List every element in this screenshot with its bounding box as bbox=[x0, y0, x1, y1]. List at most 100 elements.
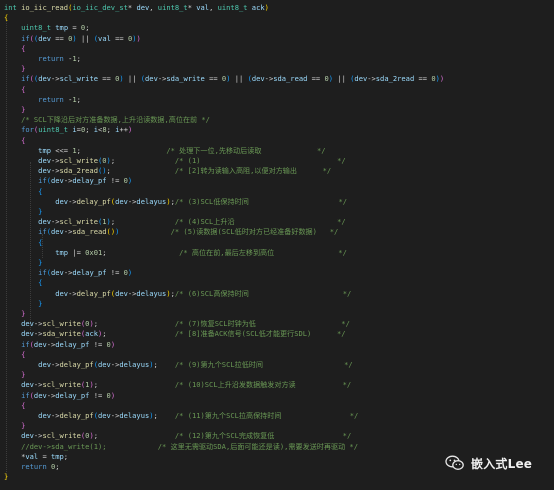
code-token: , bbox=[209, 3, 218, 12]
code-token: } bbox=[21, 64, 26, 74]
code-token: dev bbox=[97, 360, 111, 369]
code-line: tmp |= 0x01; /* 高位在前,最后左移到高位 */ bbox=[4, 247, 347, 259]
code-token: int bbox=[4, 3, 17, 12]
code-token: ; bbox=[85, 125, 94, 135]
code-token: scl_write bbox=[42, 431, 81, 441]
code-token: { bbox=[38, 186, 43, 196]
code-token: if bbox=[21, 339, 30, 349]
code-token: == bbox=[307, 74, 325, 84]
code-line: int io_iic_read(io_iic_dev_st* dev, uint… bbox=[4, 2, 269, 14]
code-token: ) bbox=[439, 74, 445, 84]
code-line: if((dev->scl_write == 0) || (dev->sda_wr… bbox=[4, 73, 444, 85]
code-token: -> bbox=[51, 74, 60, 84]
code-token: -> bbox=[50, 156, 60, 165]
code-token: != bbox=[89, 339, 107, 349]
code-token: ) bbox=[127, 176, 133, 186]
code-token: ) bbox=[127, 268, 133, 278]
code-token: |= bbox=[68, 247, 86, 257]
code-editor[interactable]: int io_iic_read(io_iic_dev_st* dev, uint… bbox=[0, 0, 554, 490]
code-token: ; bbox=[110, 156, 175, 165]
code-token: dev bbox=[115, 288, 128, 298]
code-token: sda_write bbox=[42, 329, 81, 339]
code-token: sda_read bbox=[273, 74, 308, 84]
code-token: == bbox=[414, 74, 432, 84]
code-token: || bbox=[123, 74, 141, 84]
code-token: /* (12)第九个SCL完成恢复低 */ bbox=[174, 431, 352, 441]
code-token: if bbox=[38, 176, 47, 186]
code-token: delay_pf bbox=[72, 268, 107, 278]
code-token: dev bbox=[33, 339, 47, 349]
code-token: /* (5)读数据(SCL低时对方已经准备好数据) */ bbox=[170, 227, 339, 237]
code-token: { bbox=[4, 13, 9, 23]
code-token: delay_pf bbox=[55, 339, 90, 349]
code-token: dev bbox=[38, 156, 51, 165]
code-token: ; bbox=[93, 319, 175, 329]
code-token: uint8_t bbox=[21, 23, 51, 33]
code-token: delay_pf bbox=[72, 176, 107, 186]
code-token: -> bbox=[50, 411, 60, 420]
code-token: ; bbox=[55, 462, 60, 471]
code-token: dev bbox=[38, 217, 51, 227]
code-token: dev bbox=[21, 319, 34, 329]
code-token: /* [2]转为读输入高阻,以便对方输出 */ bbox=[174, 166, 332, 176]
code-token: == bbox=[110, 33, 128, 43]
code-token: } bbox=[21, 421, 26, 431]
code-token: return bbox=[38, 54, 64, 63]
code-token: dev bbox=[51, 268, 64, 278]
code-token: sda_2read bbox=[375, 74, 415, 84]
code-token: /* (6)SCL高保持时间 */ bbox=[174, 288, 352, 298]
code-token: <<= bbox=[50, 145, 73, 155]
code-token: val bbox=[196, 3, 210, 12]
code-token: ; bbox=[76, 54, 81, 63]
code-token: -> bbox=[46, 339, 56, 349]
code-token: /* (1) */ bbox=[174, 156, 346, 165]
code-token: uint8_t bbox=[217, 3, 248, 12]
code-token: uint8_t bbox=[38, 125, 69, 135]
code-token: if bbox=[21, 33, 30, 43]
code-token: ; bbox=[76, 145, 167, 155]
code-token: = bbox=[68, 23, 81, 33]
code-token: = bbox=[38, 451, 51, 461]
code-token: ; bbox=[106, 166, 175, 176]
code-token: delay_pf bbox=[59, 411, 94, 420]
code-token: -> bbox=[50, 217, 60, 227]
code-token: || bbox=[76, 33, 94, 43]
code-token: io_iic_read bbox=[21, 3, 69, 12]
code-token: ; bbox=[106, 125, 116, 135]
code-token: -> bbox=[68, 288, 77, 298]
code-token: /* SCL下降沿后对方准备数据,上升沿读数据,高位在前 */ bbox=[21, 115, 210, 125]
code-token: dev bbox=[51, 176, 64, 186]
code-token: ) bbox=[110, 339, 116, 349]
code-line: } bbox=[4, 471, 8, 483]
code-token: sda_2read bbox=[59, 166, 98, 176]
code-token: if bbox=[38, 227, 47, 237]
code-token: } bbox=[4, 472, 9, 482]
code-token: dev bbox=[21, 329, 34, 339]
code-token: { bbox=[38, 237, 43, 247]
code-token: -> bbox=[50, 360, 60, 369]
code-token: delayus bbox=[119, 411, 150, 420]
